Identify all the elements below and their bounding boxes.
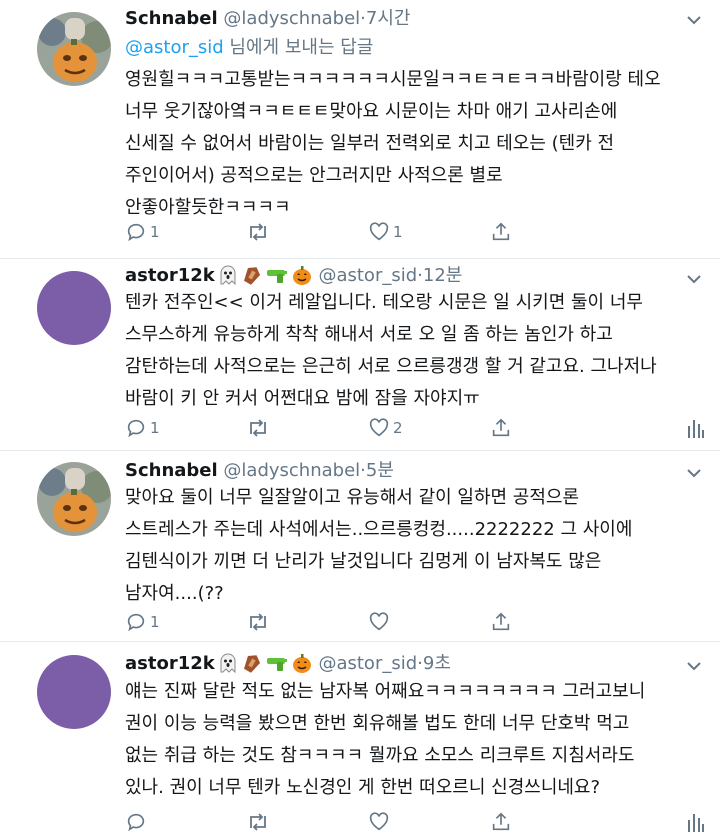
tweet-header: astor12k @astor_sid·9초 bbox=[125, 649, 451, 679]
reply-to-handle[interactable]: @astor_sid bbox=[125, 37, 224, 58]
heart-icon bbox=[369, 612, 389, 631]
display-name[interactable]: Schnabel bbox=[125, 460, 218, 481]
share-button[interactable] bbox=[490, 414, 512, 442]
tweet-actions: 1 2 bbox=[125, 414, 705, 442]
tweet-text-line: 주인이어서) 공적으로는 안그러지만 사적으론 별로 bbox=[125, 165, 503, 186]
avatar[interactable] bbox=[37, 12, 111, 86]
reply-count: 1 bbox=[150, 419, 160, 437]
tweet-text-line: 감탄하는데 사적으로는 은근히 서로 으르릉갱갱 할 거 같고요. 그나저나 bbox=[125, 356, 657, 377]
tweet-actions: 1 bbox=[125, 608, 705, 636]
share-button[interactable] bbox=[490, 808, 512, 836]
tweet-text: 맞아요 둘이 너무 일잘알이고 유능해서 같이 일하면 공적으론 스트레스가 주… bbox=[125, 482, 695, 610]
display-name[interactable]: astor12k bbox=[125, 265, 215, 286]
analytics-icon bbox=[688, 420, 704, 438]
like-count: 2 bbox=[393, 419, 403, 437]
reply-button[interactable]: 1 bbox=[125, 414, 160, 442]
heart-icon bbox=[369, 222, 389, 241]
tweet[interactable]: astor12k @astor_sid·9초 얘는 진짜 달란 적도 없는 남자… bbox=[0, 642, 720, 840]
display-name[interactable]: astor12k bbox=[125, 653, 215, 674]
more-options-chevron-icon[interactable] bbox=[682, 8, 706, 32]
retweet-button[interactable] bbox=[246, 218, 270, 246]
tweet-text-line: 얘는 진짜 달란 적도 없는 남자복 어째요ㅋㅋㅋㅋㅋㅋㅋㅋ 그러고보니 bbox=[125, 681, 646, 702]
tweet[interactable]: Schnabel @ladyschnabel·5분 맞아요 둘이 너무 일잘알이… bbox=[0, 451, 720, 641]
share-button[interactable] bbox=[490, 218, 512, 246]
analytics-button[interactable] bbox=[687, 808, 705, 836]
share-icon bbox=[492, 612, 510, 631]
reply-button[interactable]: 1 bbox=[125, 218, 160, 246]
share-icon bbox=[492, 812, 510, 831]
retweet-button[interactable] bbox=[246, 414, 270, 442]
reply-button[interactable] bbox=[125, 808, 147, 836]
analytics-button[interactable] bbox=[687, 414, 705, 442]
share-button[interactable] bbox=[490, 608, 512, 636]
tweet-text-line: 너무 웃기잖아옄ㅋㅋㅌㅌㅌ맞아요 시문이는 차마 애기 고사리손에 bbox=[125, 101, 618, 122]
reply-to-suffix: 님에게 보내는 답글 bbox=[229, 37, 374, 58]
share-icon bbox=[492, 418, 510, 437]
user-handle[interactable]: @astor_sid bbox=[318, 653, 417, 674]
tweet-text-line: 권이 이능 능력을 봤으면 한번 회유해볼 법도 한데 너무 단호박 먹고 bbox=[125, 713, 630, 734]
tweet-text-line: 스트레스가 주는데 사석에서는..으르릉컹컹.....2222222 그 사이에 bbox=[125, 519, 633, 540]
avatar[interactable] bbox=[37, 462, 111, 536]
timestamp[interactable]: 7시간 bbox=[366, 8, 411, 29]
like-button[interactable] bbox=[368, 608, 390, 636]
tweet[interactable]: astor12k @astor_sid·12분 텐카 전주인<< 이거 레알입니… bbox=[0, 259, 720, 450]
tweet-text: 텐카 전주인<< 이거 레알입니다. 테오랑 시문은 일 시키면 둘이 너무 스… bbox=[125, 287, 695, 415]
tweet-text-line: 남자여....(?? bbox=[125, 583, 224, 604]
analytics-icon bbox=[688, 814, 704, 832]
user-handle[interactable]: @ladyschnabel bbox=[223, 8, 360, 29]
reply-to-label: @astor_sid 님에게 보내는 답글 bbox=[125, 33, 373, 63]
retweet-icon bbox=[250, 813, 266, 831]
tweet-text-line: 없는 취급 하는 것도 참ㅋㅋㅋㅋ 뭘까요 소모스 리크루트 지침서라도 bbox=[125, 745, 635, 766]
tweet-text-line: 김텐식이가 끼면 더 난리가 날것입니다 김멍게 이 남자복도 많은 bbox=[125, 551, 602, 572]
tweet-actions: 1 1 bbox=[125, 218, 705, 246]
retweet-icon bbox=[250, 419, 266, 437]
heart-icon bbox=[369, 812, 389, 831]
user-handle[interactable]: @astor_sid bbox=[318, 265, 417, 286]
tweet-text-line: 있나. 권이 너무 텐카 노신경인 게 한번 떠오르니 신경쓰니네요? bbox=[125, 777, 601, 798]
tweet-text-line: 스무스하게 유능하게 착착 해내서 서로 오 일 좀 하는 놈인가 하고 bbox=[125, 324, 613, 345]
tweet-text-line: 맞아요 둘이 너무 일잘알이고 유능해서 같이 일하면 공적으론 bbox=[125, 487, 580, 508]
tweet-actions bbox=[125, 808, 705, 836]
share-icon bbox=[492, 222, 510, 241]
more-options-chevron-icon[interactable] bbox=[682, 654, 706, 678]
tweet-text-line: 신세질 수 없어서 바람이는 일부러 전력외로 치고 테오는 (텐카 전 bbox=[125, 133, 615, 154]
like-count: 1 bbox=[393, 223, 403, 241]
timestamp[interactable]: 12분 bbox=[423, 265, 462, 286]
tweet[interactable]: Schnabel @ladyschnabel·7시간 @astor_sid 님에… bbox=[0, 0, 720, 258]
reply-icon bbox=[127, 613, 145, 632]
tweet-text-line: 영원힐ㅋㅋㅋ고통받는ㅋㅋㅋㅋㅋㅋ시문일ㅋㅋㅌㅋㅌㅋㅋ바람이랑 테오 bbox=[125, 69, 661, 90]
reply-icon bbox=[127, 419, 145, 438]
user-handle[interactable]: @ladyschnabel bbox=[223, 460, 360, 481]
retweet-button[interactable] bbox=[246, 608, 270, 636]
tweet-text: 얘는 진짜 달란 적도 없는 남자복 어째요ㅋㅋㅋㅋㅋㅋㅋㅋ 그러고보니 권이 … bbox=[125, 676, 695, 804]
tweet-text-line: 텐카 전주인<< 이거 레알입니다. 테오랑 시문은 일 시키면 둘이 너무 bbox=[125, 292, 643, 313]
timestamp[interactable]: 5분 bbox=[366, 460, 394, 481]
like-button[interactable]: 1 bbox=[368, 218, 403, 246]
like-button[interactable] bbox=[368, 808, 390, 836]
retweet-button[interactable] bbox=[246, 808, 270, 836]
like-button[interactable]: 2 bbox=[368, 414, 403, 442]
reply-count: 1 bbox=[150, 223, 160, 241]
tweet-header: Schnabel @ladyschnabel·7시간 bbox=[125, 4, 410, 34]
reply-count: 1 bbox=[150, 613, 160, 631]
reply-icon bbox=[127, 223, 145, 242]
retweet-icon bbox=[250, 223, 266, 241]
avatar[interactable] bbox=[37, 271, 111, 345]
heart-icon bbox=[369, 418, 389, 437]
tweet-text-line: 바람이 키 안 커서 어쩐대요 밤에 잠을 자야지ㅠ bbox=[125, 388, 480, 409]
reply-icon bbox=[127, 813, 145, 832]
avatar[interactable] bbox=[37, 655, 111, 729]
reply-button[interactable]: 1 bbox=[125, 608, 160, 636]
retweet-icon bbox=[250, 613, 266, 631]
timestamp[interactable]: 9초 bbox=[423, 653, 451, 674]
tweet-text: 영원힐ㅋㅋㅋ고통받는ㅋㅋㅋㅋㅋㅋ시문일ㅋㅋㅌㅋㅌㅋㅋ바람이랑 테오 너무 웃기잖… bbox=[125, 64, 695, 224]
display-name[interactable]: Schnabel bbox=[125, 8, 218, 29]
